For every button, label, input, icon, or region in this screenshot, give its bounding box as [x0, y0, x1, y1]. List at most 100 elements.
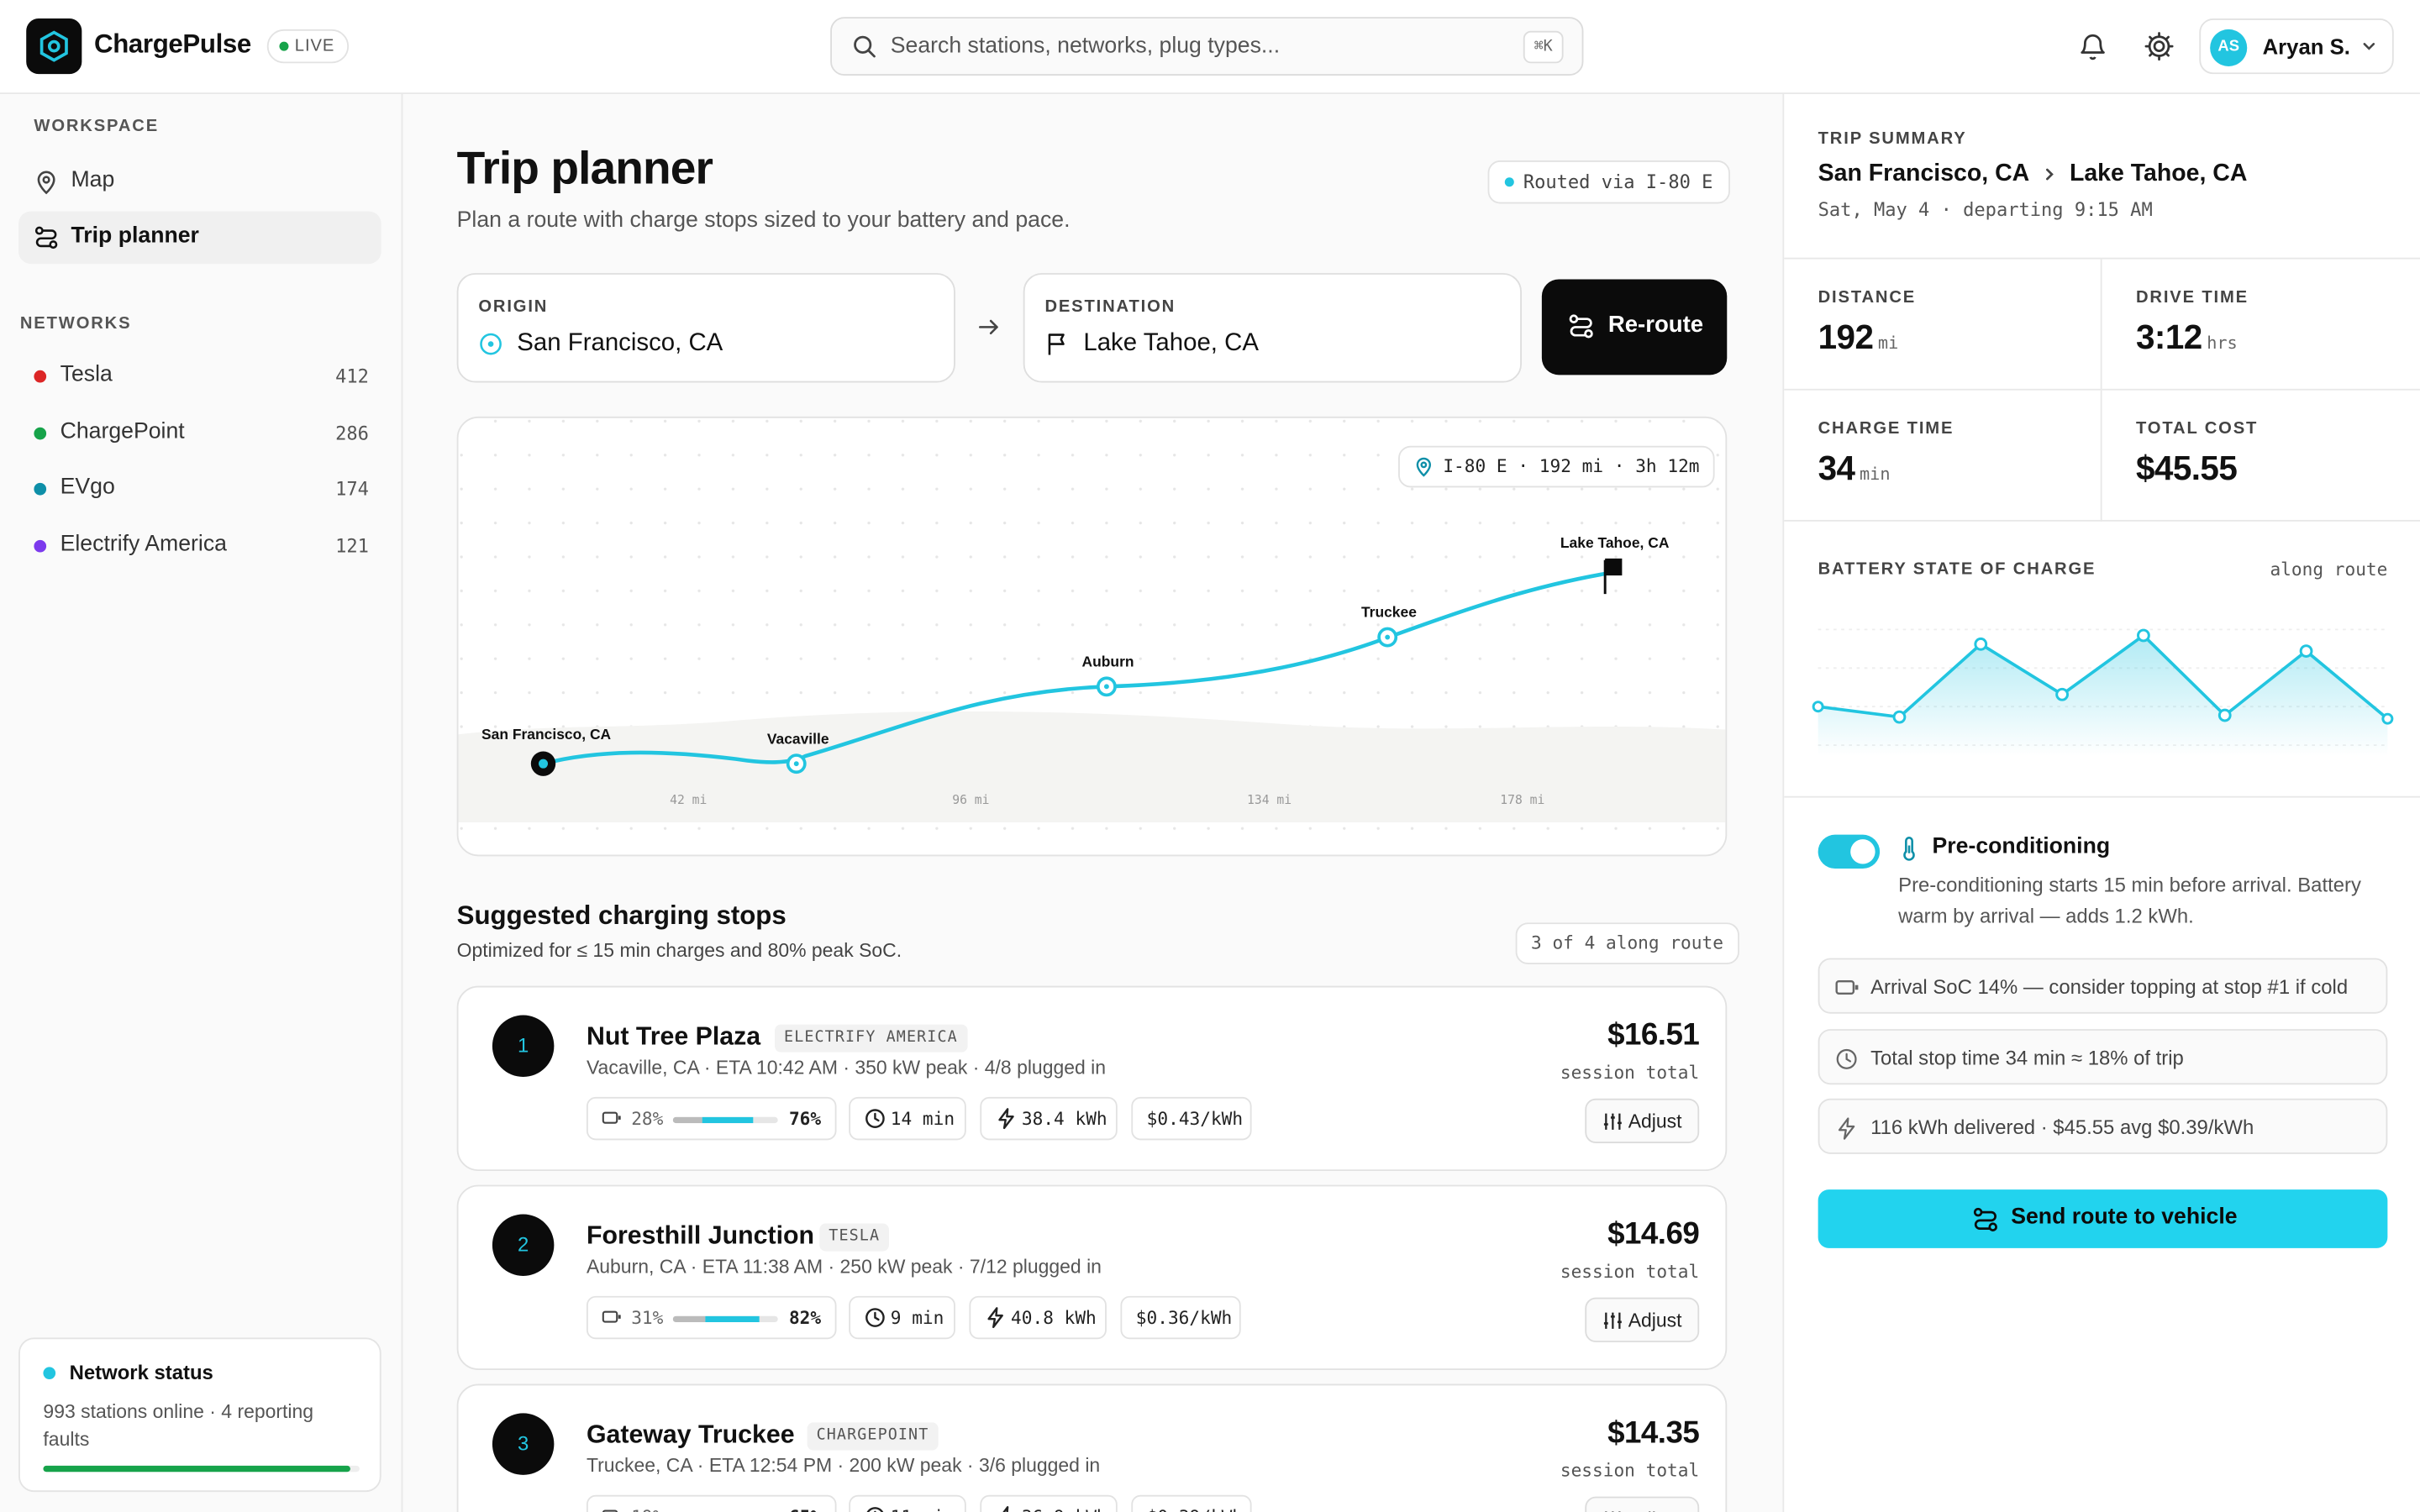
stat-number: 34: [1818, 449, 1855, 488]
page-title: Trip planner: [456, 143, 713, 195]
clock-icon: [865, 1109, 885, 1128]
soc-to: 65%: [789, 1497, 821, 1512]
sidebar-network-electrify-america[interactable]: Electrify America 121: [18, 520, 381, 572]
sidebar-network-tesla[interactable]: Tesla 412: [18, 350, 381, 402]
stop-card[interactable]: 2 Foresthill Junction TESLA Auburn, CA · ET…: [456, 1184, 1728, 1370]
sidebar-network-evgo[interactable]: EVgo 174: [18, 463, 381, 515]
stat-label: TOTAL COST: [2135, 419, 2259, 438]
arrow-right-icon: [979, 319, 998, 335]
soc-range-chip: 31% 82%: [586, 1295, 837, 1340]
adjust-label: Adjust: [1628, 1310, 1682, 1332]
soc-bar: [672, 1315, 778, 1323]
soc-point: [2381, 712, 2394, 725]
hexagon-logo-icon: [39, 30, 68, 62]
search-input[interactable]: Search stations, networks, plug types...…: [830, 17, 1584, 76]
top-bar: ChargePulse LIVE Search stations, networ…: [0, 0, 2420, 95]
clock-icon: [865, 1308, 885, 1327]
sliders-icon: [1605, 1511, 1621, 1512]
battery-icon: [602, 1509, 618, 1512]
preconditioning-toggle[interactable]: [1818, 834, 1881, 869]
stop-card[interactable]: 1 Nut Tree Plaza ELECTRIFY AMERICA Vacavill…: [456, 985, 1728, 1172]
sidebar-item-label: Map: [71, 168, 115, 193]
rate-chip: $0.39/kWh: [1131, 1494, 1252, 1512]
trip-to: Lake Tahoe, CA: [2069, 160, 2248, 187]
soc-point: [2217, 708, 2232, 722]
adjust-button[interactable]: Adjust: [1585, 1496, 1700, 1512]
mile-marker: 134 mi: [1247, 793, 1292, 807]
gear-icon[interactable]: [2142, 29, 2175, 63]
stops-title: Suggested charging stops: [456, 900, 786, 931]
stop-number: 1: [492, 1015, 555, 1078]
energy-delivered: 38.4 kWh: [1021, 1107, 1107, 1130]
search-placeholder: Search stations, networks, plug types...: [890, 34, 1281, 59]
stat-unit: min: [1859, 464, 1891, 485]
route-icon: [1973, 1207, 1997, 1231]
stat-number: 3:12: [2135, 318, 2202, 357]
note-text: 116 kWh delivered · $45.55 avg $0.39/kWh: [1870, 1115, 2254, 1139]
stop-price-caption: session total: [1560, 1459, 1700, 1482]
stat-value: 34 min: [1818, 449, 1891, 489]
sidebar-item-map[interactable]: Map: [18, 156, 381, 208]
price-rate: $0.43/kWh: [1146, 1107, 1244, 1130]
bell-icon[interactable]: [2075, 29, 2109, 63]
soc-point: [2055, 687, 2069, 701]
status-dot: [43, 1367, 56, 1380]
adjust-button[interactable]: Adjust: [1585, 1098, 1700, 1143]
origin-marker-center: [539, 759, 549, 769]
charge-time: 14 min: [890, 1107, 955, 1130]
avatar: AS: [2210, 29, 2248, 66]
sidebar-item-trip-planner[interactable]: Trip planner: [18, 211, 381, 265]
soc-from: 19%: [631, 1497, 663, 1512]
soc-point: [2137, 628, 2150, 643]
stop-price-caption: session total: [1560, 1061, 1700, 1084]
stop-card[interactable]: 3 Gateway Truckee CHARGEPOINT Truckee, CA ·…: [456, 1383, 1728, 1512]
map-pin-icon: [37, 171, 55, 195]
stops-count-badge: 3 of 4 along route: [1515, 922, 1739, 964]
chevron-down-icon: [2363, 43, 2375, 50]
battery-icon: [1835, 979, 1859, 995]
origin-field[interactable]: ORIGIN San Francisco, CA: [456, 273, 955, 383]
adjust-label: Adjust: [1628, 1509, 1682, 1512]
energy-chip: 38.4 kWh: [980, 1096, 1118, 1141]
page-subtitle: Plan a route with charge stops sized to …: [456, 207, 1071, 234]
sidebar-network-chargepoint[interactable]: ChargePoint 286: [18, 407, 381, 459]
network-color-dot: [34, 539, 47, 553]
app-logo[interactable]: [26, 18, 82, 75]
user-menu[interactable]: AS Aryan S.: [2199, 18, 2394, 75]
energy-chip: 36.9 kWh: [980, 1494, 1118, 1512]
route-badge: Routed via I-80 E: [1487, 160, 1730, 204]
stat-label: CHARGE TIME: [1818, 419, 1954, 438]
network-name: EVgo: [60, 475, 115, 501]
stop-marker-center: [1385, 634, 1391, 640]
app-name: ChargePulse: [94, 29, 251, 59]
stop-marker-center: [1103, 684, 1109, 690]
stop-price: $14.69: [1607, 1217, 1700, 1252]
stop-name: Nut Tree Plaza: [586, 1022, 761, 1051]
stop-network-badge: CHARGEPOINT: [807, 1422, 939, 1451]
adjust-button[interactable]: Adjust: [1585, 1297, 1700, 1342]
destination-flag-icon[interactable]: [1605, 558, 1623, 576]
reroute-button[interactable]: Re-route: [1541, 279, 1728, 375]
workspace-label: WORKSPACE: [34, 117, 160, 136]
stop-name: Gateway Truckee: [586, 1420, 795, 1449]
origin-target-icon: [480, 333, 502, 355]
price-rate: $0.36/kWh: [1135, 1306, 1233, 1329]
chevron-right-icon: [2045, 168, 2054, 181]
send-route-button[interactable]: Send route to vehicle: [1818, 1189, 2388, 1248]
stat-value: $45.55: [2135, 449, 2238, 488]
destination-value: Lake Tahoe, CA: [1083, 330, 1259, 357]
networks-label: NETWORKS: [19, 314, 132, 333]
map-label-truckee: Truckee: [1361, 604, 1417, 621]
stop-network-badge: TESLA: [819, 1223, 890, 1252]
stop-number: 3: [492, 1413, 555, 1475]
route-map[interactable]: San Francisco, CA Vacaville Auburn Truck…: [456, 416, 1728, 857]
trip-route: San Francisco, CA Lake Tahoe, CA: [1818, 160, 2248, 188]
network-status-text: 993 stations online · 4 reporting faults: [43, 1400, 314, 1451]
energy-chip: 40.8 kWh: [969, 1295, 1107, 1340]
destination-field[interactable]: DESTINATION Lake Tahoe, CA: [1023, 273, 1522, 383]
stat-value: 3:12 hrs: [2136, 318, 2238, 358]
note-stop-time: Total stop time 34 min ≈ 18% of trip: [1818, 1029, 2388, 1085]
network-status-bar-fill: [43, 1465, 350, 1473]
stat-unit: mi: [1877, 333, 1899, 354]
sidebar: WORKSPACE Map Trip planner NETWORKS Tesl…: [0, 94, 403, 1512]
